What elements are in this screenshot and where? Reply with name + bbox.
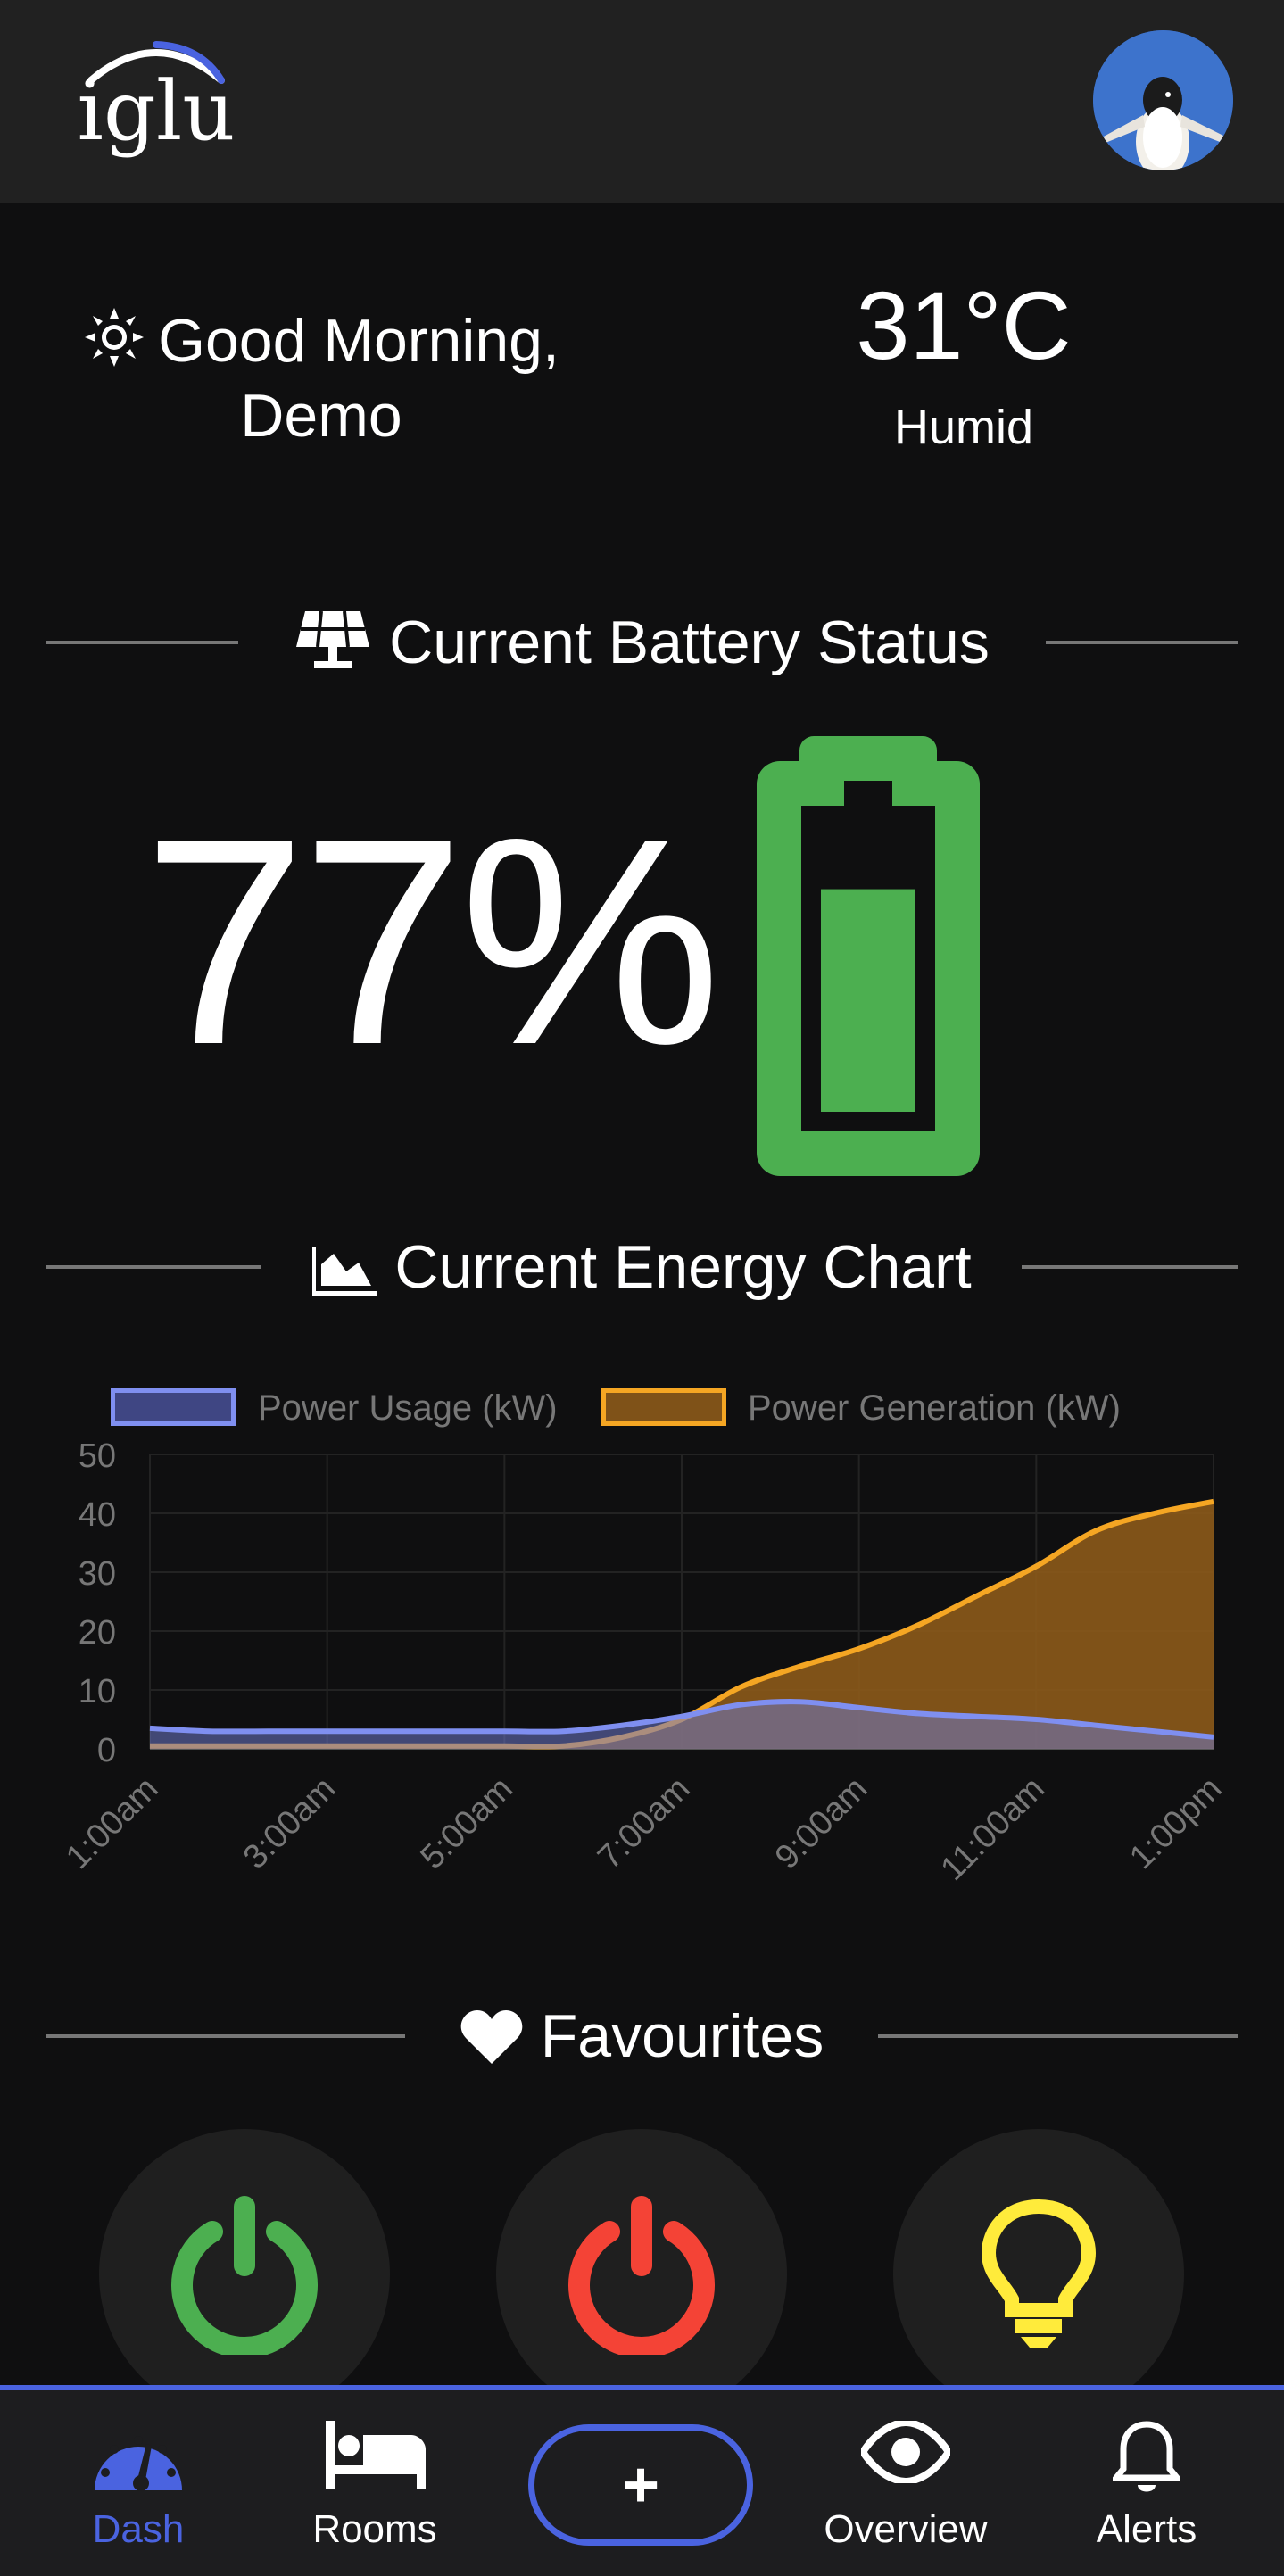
greeting-line1: Good Morning,	[158, 307, 559, 375]
area-chart-icon	[312, 1247, 377, 1296]
favourite-light-button[interactable]	[893, 2129, 1184, 2420]
chart-section-title: Current Energy Chart	[394, 1233, 972, 1301]
iglu-logo[interactable]: iglu	[71, 34, 241, 168]
y-tick-label: 50	[79, 1437, 116, 1475]
favourite-power-on-button[interactable]	[99, 2129, 390, 2420]
y-tick-label: 20	[79, 1614, 116, 1652]
nav-alerts[interactable]: Alerts	[1080, 2390, 1214, 2576]
power-icon	[568, 2196, 715, 2355]
nav-rooms-label: Rooms	[312, 2507, 437, 2551]
x-tick-label: 9:00am	[768, 1770, 874, 1876]
weather-condition: Humid	[893, 401, 1034, 454]
battery-section-header: Current Battery Status	[0, 598, 1284, 687]
favourite-power-off-button[interactable]	[496, 2129, 787, 2420]
nav-overview[interactable]: Overview	[821, 2390, 990, 2576]
x-tick-label: 5:00am	[414, 1770, 520, 1876]
solar-panel-icon	[296, 610, 370, 668]
temperature: 31°C	[856, 271, 1072, 379]
nav-alerts-label: Alerts	[1096, 2507, 1197, 2551]
x-tick-label: 3:00am	[236, 1770, 343, 1876]
x-tick-label: 11:00am	[934, 1770, 1052, 1888]
bottom-navigation: Dash Rooms + Overview Alerts	[0, 2385, 1284, 2576]
plus-icon: +	[621, 2449, 660, 2521]
weather-widget: 31°C Humid	[803, 268, 1124, 459]
y-tick-label: 10	[79, 1673, 116, 1710]
greeting: Good Morning, Demo	[71, 303, 571, 453]
energy-chart: Power Usage (kW) Power Generation (kW) 5…	[36, 1365, 1267, 1918]
add-button[interactable]: +	[528, 2424, 753, 2546]
top-app-bar: iglu	[0, 0, 1284, 203]
sun-icon	[85, 308, 145, 367]
battery-fill	[821, 889, 915, 1112]
speedometer-icon	[95, 2436, 182, 2491]
x-tick-label: 7:00am	[591, 1770, 697, 1876]
penguin-avatar-image	[1093, 30, 1233, 170]
eye-icon	[861, 2421, 950, 2483]
y-tick-label: 40	[79, 1496, 116, 1534]
favourites-section-title: Favourites	[540, 2002, 824, 2070]
chart-section-header: Current Energy Chart	[0, 1222, 1284, 1312]
y-tick-label: 0	[97, 1732, 116, 1769]
power-icon	[171, 2196, 318, 2355]
bell-icon	[1113, 2421, 1180, 2492]
chart-plot: 50 40 30 20 10 01:00am 3:00am 5:00am 7:00am 9:00a…	[59, 1437, 1229, 1888]
nav-dash-label: Dash	[92, 2507, 185, 2551]
bed-icon	[326, 2421, 426, 2489]
battery-icon	[757, 736, 980, 1176]
x-tick-label: 1:00pm	[1122, 1770, 1229, 1876]
nav-dash[interactable]: Dash	[71, 2390, 205, 2576]
battery-percentage: 77%	[143, 776, 721, 1106]
nav-rooms[interactable]: Rooms	[308, 2390, 442, 2576]
battery-section-title: Current Battery Status	[389, 609, 990, 676]
user-avatar[interactable]	[1093, 30, 1233, 170]
heart-icon	[460, 2010, 523, 2064]
favourites-section-header: Favourites	[0, 1992, 1284, 2081]
lightbulb-icon	[981, 2199, 1097, 2348]
y-tick-label: 30	[79, 1555, 116, 1593]
nav-overview-label: Overview	[824, 2507, 988, 2551]
x-tick-label: 1:00am	[59, 1770, 165, 1876]
greeting-name: Demo	[240, 382, 402, 450]
logo-text: iglu	[78, 63, 236, 159]
